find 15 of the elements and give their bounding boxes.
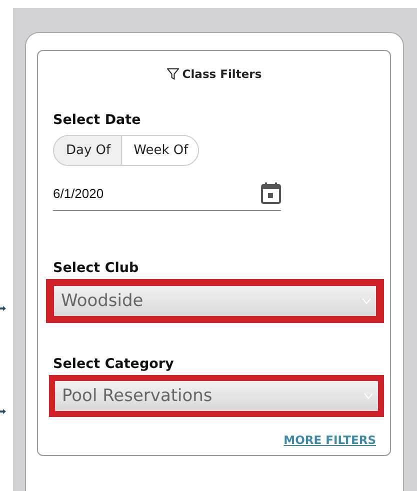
field-label: Select Category [53, 356, 175, 372]
date-mode-tab[interactable]: Day Of [54, 136, 122, 165]
filter-icon [167, 68, 180, 80]
arrow-icon [0, 306, 6, 311]
more-filters-link[interactable]: MORE FILTERS [284, 433, 376, 447]
dropdown-select[interactable]: Pool Reservations [55, 381, 378, 411]
date-field[interactable]: 6/1/2020 [53, 182, 281, 211]
calendar-icon [261, 182, 281, 204]
field-label: Select Date [53, 112, 142, 128]
caret-icon [362, 298, 371, 304]
arrow-icon [0, 409, 6, 414]
panel-title: Class Filters [182, 67, 262, 81]
dropdown-select[interactable]: Woodside [54, 286, 376, 316]
caret-icon [364, 393, 373, 399]
field-label: Select Club [53, 260, 140, 276]
